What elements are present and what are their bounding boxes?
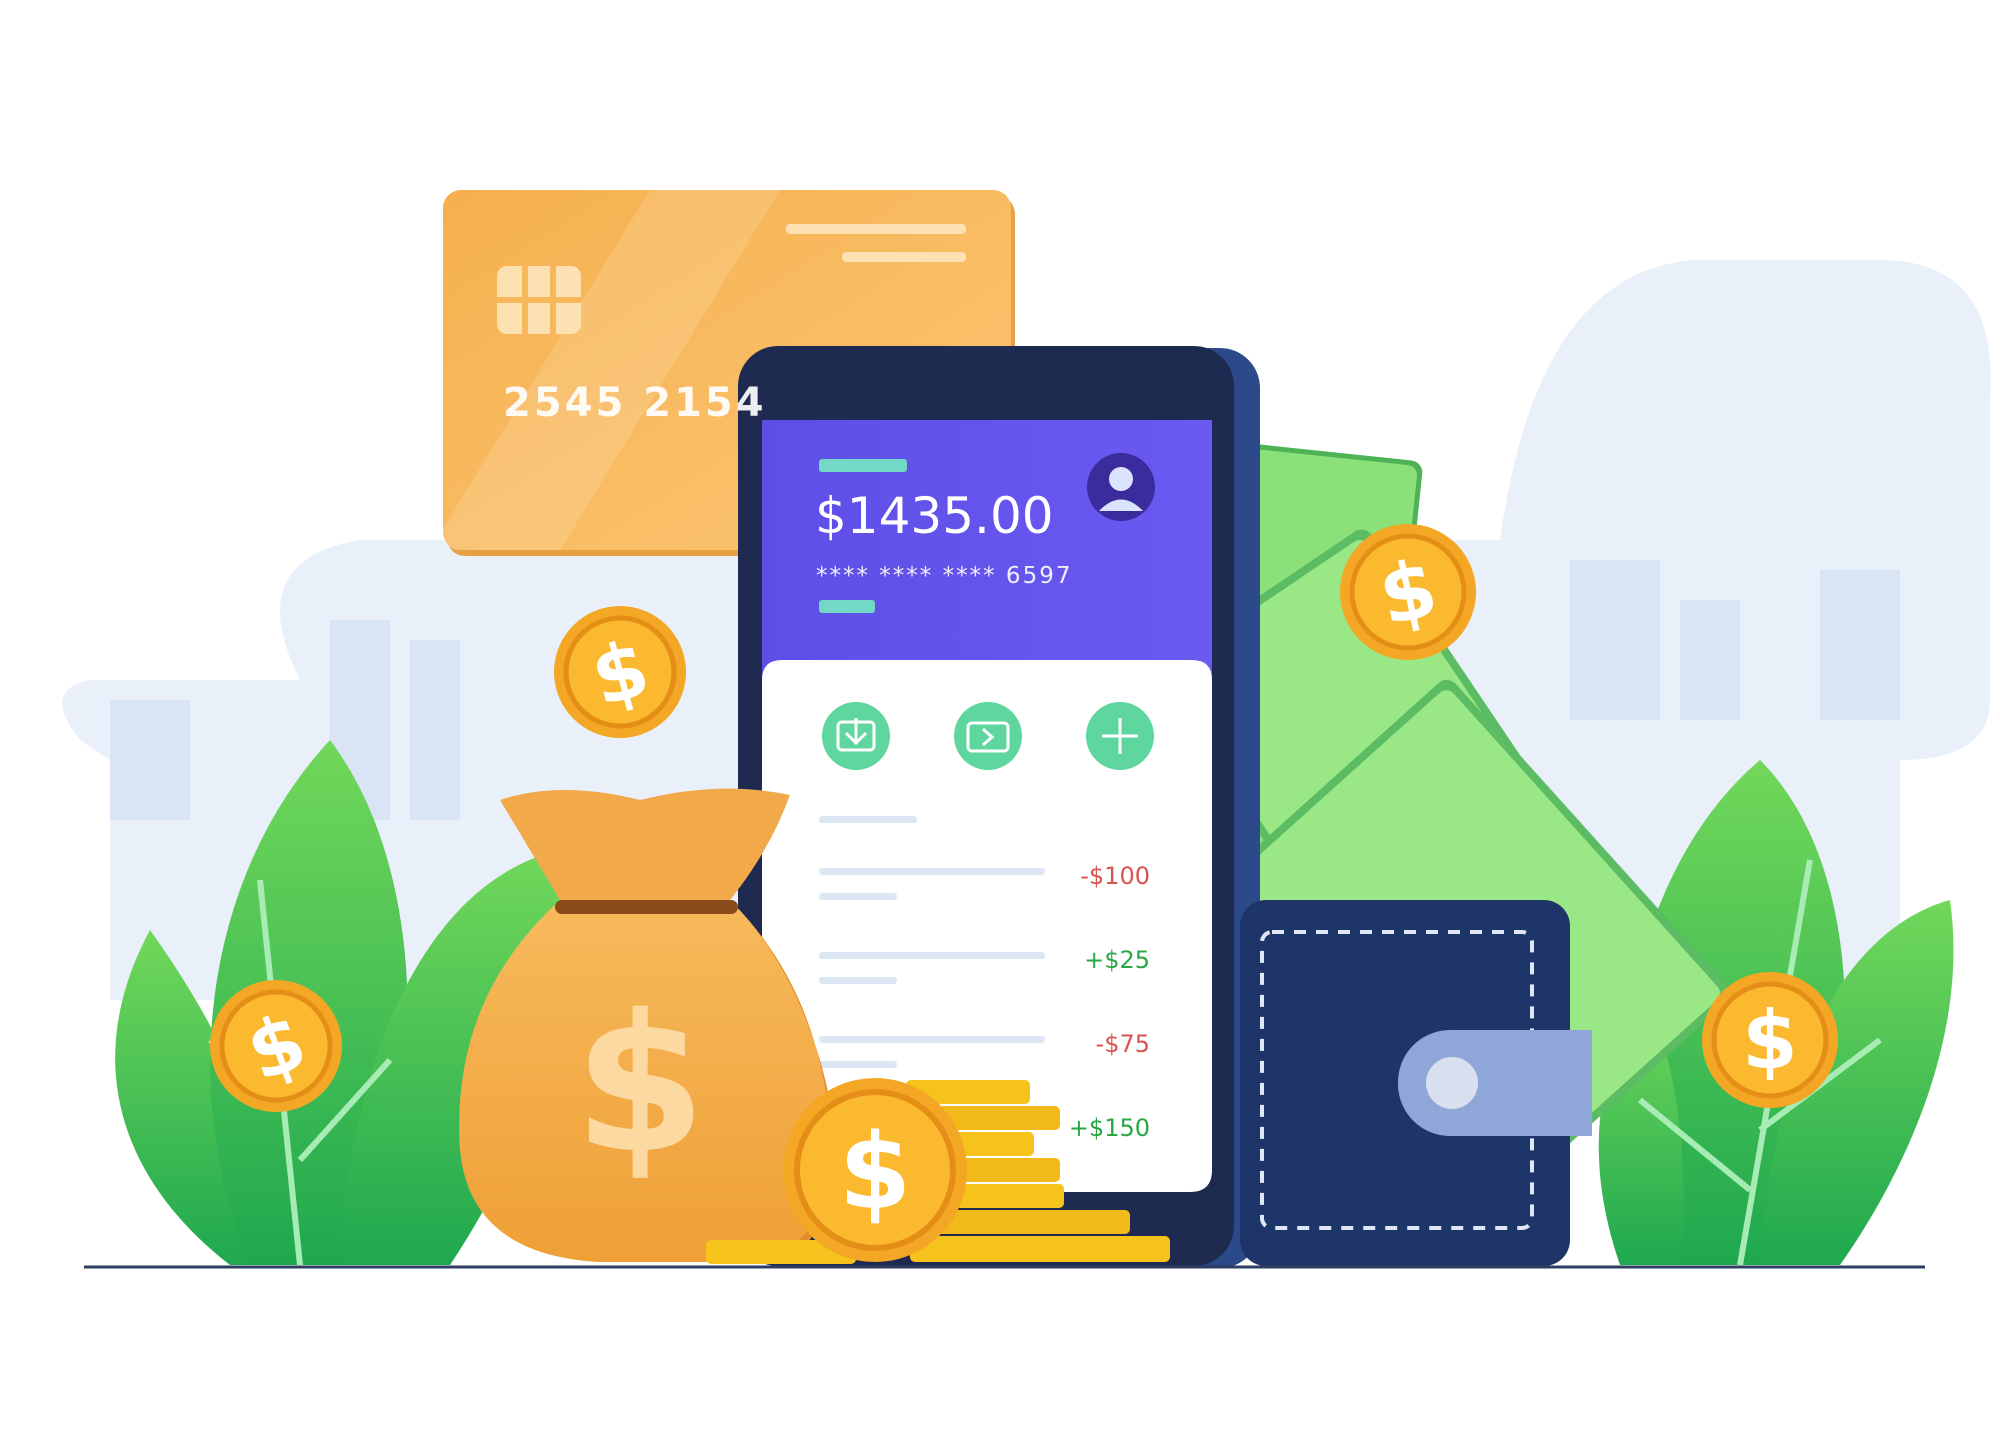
illustration-canvas: $ $ $ $ $ $: [62, 190, 1991, 1269]
finance-illustration: $ $ $ $ $ $ 2545 2154 $1435.00 **** ****…: [0, 0, 2000, 1455]
svg-text:$: $: [839, 1111, 911, 1233]
transaction-amount: +$25: [1084, 946, 1150, 974]
coin-icon: $: [554, 606, 686, 738]
coin-icon: $: [210, 980, 342, 1112]
svg-text:$: $: [1742, 994, 1798, 1087]
coin-icon: $: [783, 1078, 967, 1262]
transaction-amount: -$100: [1080, 862, 1150, 890]
svg-text:$: $: [574, 974, 706, 1195]
send-icon[interactable]: [954, 702, 1022, 770]
account-balance: $1435.00: [815, 487, 1054, 545]
wallet: [1240, 900, 1592, 1266]
receive-icon[interactable]: [822, 702, 890, 770]
add-icon[interactable]: [1086, 702, 1154, 770]
coin-icon: $: [1340, 524, 1476, 660]
transaction-amount: -$75: [1095, 1030, 1150, 1058]
card-number: 2545 2154: [503, 380, 767, 426]
avatar[interactable]: [1087, 453, 1155, 521]
masked-card-number: **** **** **** 6597: [816, 563, 1073, 589]
coin-icon: $: [1702, 972, 1838, 1108]
transaction-amount: +$150: [1068, 1114, 1150, 1142]
chip-icon: [497, 266, 581, 334]
